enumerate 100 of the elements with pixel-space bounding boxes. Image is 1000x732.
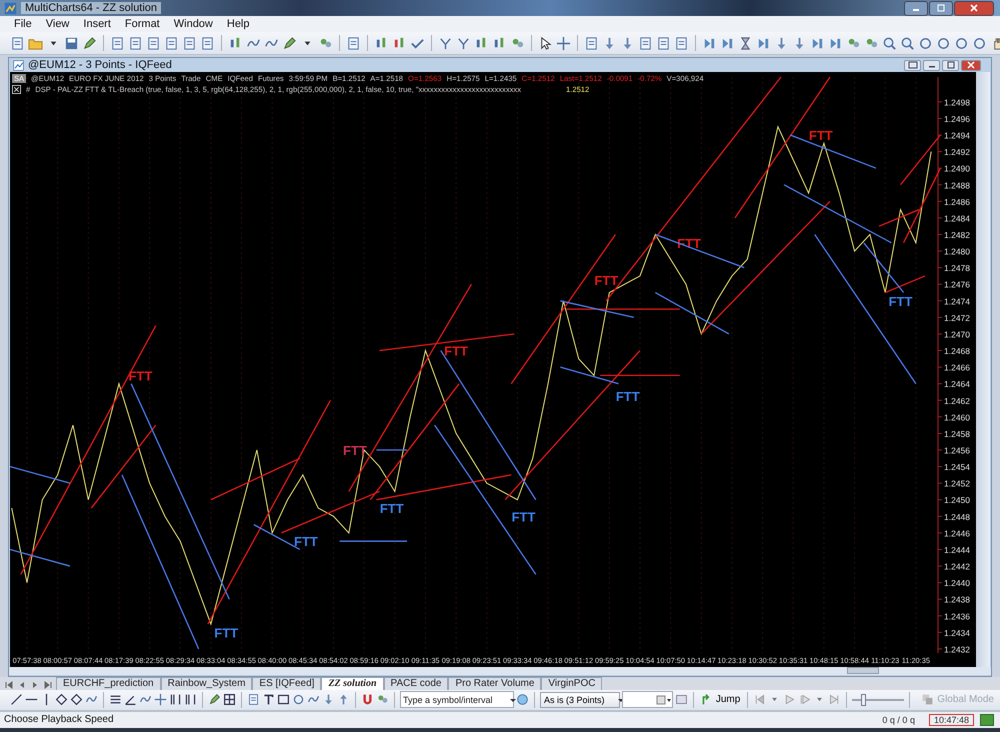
- sheet-tab[interactable]: VirginPOC: [541, 677, 602, 690]
- pencil-icon[interactable]: [208, 693, 221, 706]
- step-back-icon[interactable]: [753, 693, 766, 706]
- lines-icon[interactable]: [109, 693, 122, 706]
- crosshair-icon[interactable]: [556, 36, 571, 51]
- window-icon[interactable]: [584, 36, 599, 51]
- close-study-icon[interactable]: [12, 84, 21, 94]
- signal-label: FTT: [343, 443, 367, 458]
- price-axis-label: 1.2432: [944, 644, 970, 655]
- signal-label: FTT: [444, 344, 468, 359]
- resolution-dropdown[interactable]: As is (3 Points): [540, 692, 620, 708]
- signal-label: FTT: [888, 294, 912, 309]
- status-message: Choose Playback Speed: [4, 714, 114, 726]
- date-field[interactable]: [622, 691, 673, 708]
- circle-icon[interactable]: [918, 36, 933, 51]
- rect-icon[interactable]: [277, 693, 290, 706]
- vertical-scrollbar[interactable]: [976, 72, 990, 668]
- diamond-icon[interactable]: [70, 693, 83, 706]
- page-icon[interactable]: [164, 36, 179, 51]
- horizontal-scrollbar[interactable]: [9, 667, 991, 676]
- page-icon[interactable]: [128, 36, 143, 51]
- sheet-tab[interactable]: ES [IQFeed]: [252, 677, 322, 690]
- playback-speed-slider[interactable]: [852, 692, 904, 707]
- zoom-icon[interactable]: [882, 36, 897, 51]
- sheet-tab[interactable]: ZZ solution: [321, 677, 384, 690]
- hourglass-icon[interactable]: [738, 36, 753, 51]
- circle-icon[interactable]: [954, 36, 969, 51]
- page-icon[interactable]: [110, 36, 125, 51]
- signal-label: FTT: [512, 510, 536, 525]
- calendar-icon[interactable]: [674, 693, 688, 706]
- page-icon[interactable]: [146, 36, 161, 51]
- sheet-tab[interactable]: EURCHF_prediction: [56, 677, 161, 690]
- close-button[interactable]: [954, 0, 994, 16]
- window-title: MultiCharts64 - ZZ solution: [21, 2, 162, 14]
- angle-icon[interactable]: [124, 693, 137, 706]
- maximize-button[interactable]: [929, 0, 953, 16]
- circle-icon[interactable]: [292, 693, 305, 706]
- circle-icon[interactable]: [972, 36, 987, 51]
- zoom-icon[interactable]: [900, 36, 915, 51]
- play-icon[interactable]: [783, 693, 796, 706]
- page-icon[interactable]: [247, 693, 260, 706]
- price-axis-label: 1.2464: [944, 379, 970, 390]
- cross-icon[interactable]: [154, 693, 167, 706]
- price-axis-label: 1.2440: [944, 578, 970, 588]
- menu-item[interactable]: Window: [174, 18, 213, 30]
- circle-icon[interactable]: [936, 36, 951, 51]
- last-tab-icon[interactable]: [43, 680, 53, 690]
- close-button[interactable]: [961, 60, 981, 71]
- page-icon[interactable]: [200, 36, 215, 51]
- signal-label: FTT: [128, 368, 152, 384]
- window-icon[interactable]: [674, 36, 689, 51]
- price-axis-label: 1.2444: [944, 545, 970, 556]
- globe-icon[interactable]: [516, 693, 529, 706]
- window-icon[interactable]: [656, 36, 671, 51]
- maximize-button[interactable]: [942, 60, 959, 71]
- document-icon[interactable]: [10, 36, 25, 51]
- price-axis-label: 1.2486: [944, 197, 970, 208]
- price-axis-label: 1.2484: [944, 214, 970, 224]
- fork-icon[interactable]: [438, 36, 453, 51]
- first-tab-icon[interactable]: [4, 680, 14, 690]
- sheet-tab[interactable]: PACE code: [384, 677, 448, 690]
- save-icon[interactable]: [64, 36, 79, 51]
- connection-indicator-icon: [980, 714, 994, 726]
- minimize-button[interactable]: [923, 60, 940, 71]
- fork-icon[interactable]: [456, 36, 471, 51]
- pencil-icon[interactable]: [82, 36, 97, 51]
- scroll-thumb[interactable]: [847, 667, 879, 674]
- window-icon[interactable]: [346, 36, 361, 51]
- page-icon[interactable]: [182, 36, 197, 51]
- price-axis-label: 1.2438: [944, 594, 970, 605]
- price-axis-label: 1.2458: [944, 429, 970, 440]
- price-axis-label: 1.2450: [944, 495, 970, 506]
- jump-button[interactable]: Jump: [698, 693, 742, 706]
- sheet-tab[interactable]: Pro Rater Volume: [448, 677, 542, 690]
- chart-icon: [13, 60, 24, 71]
- price-axis-label: 1.2442: [944, 562, 970, 572]
- symbol-field[interactable]: Type a symbol/interval: [400, 691, 514, 708]
- diamond-icon[interactable]: [55, 693, 68, 706]
- quote-count: 0 q / 0 q: [882, 714, 915, 725]
- menu-item[interactable]: View: [46, 18, 70, 30]
- signal-label: FTT: [594, 273, 618, 288]
- grid-icon[interactable]: [223, 693, 236, 706]
- calendar-dropdown-icon[interactable]: [656, 694, 672, 705]
- menu-item[interactable]: Insert: [83, 18, 111, 30]
- line-icon[interactable]: [10, 693, 23, 706]
- menu-item[interactable]: Format: [124, 18, 160, 30]
- pencil-icon[interactable]: [282, 36, 297, 51]
- menu-item[interactable]: File: [14, 18, 32, 30]
- magnet-icon[interactable]: [361, 693, 374, 706]
- price-axis-label: 1.2492: [944, 147, 970, 158]
- price-axis-label: 1.2452: [944, 478, 970, 489]
- slider-thumb[interactable]: [860, 694, 866, 706]
- menu-item[interactable]: Help: [226, 18, 250, 30]
- minimize-button[interactable]: [904, 0, 928, 16]
- restore-button[interactable]: [904, 60, 921, 71]
- sheet-tab[interactable]: Rainbow_System: [160, 677, 252, 690]
- step-forward-icon[interactable]: [798, 693, 812, 706]
- price-axis-label: 1.2468: [944, 346, 970, 356]
- text-icon[interactable]: [262, 693, 275, 706]
- window-icon[interactable]: [638, 36, 653, 51]
